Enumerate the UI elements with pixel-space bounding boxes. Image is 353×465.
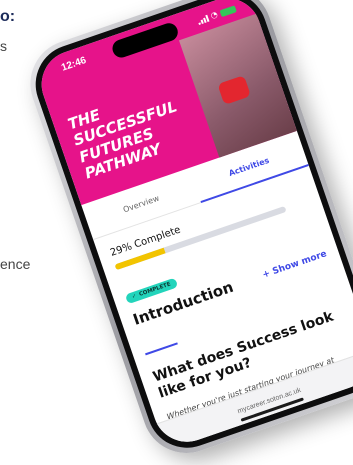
status-time: 12:46 (59, 55, 88, 74)
wifi-icon: ◔ (209, 9, 219, 21)
check-icon: ✓ (131, 293, 138, 301)
section-divider (145, 342, 178, 356)
phone-frame: 12:46 ◔ THE SUCCESSFUL FUTURES PATHWAY O… (18, 0, 353, 465)
section-title: Introduction (130, 277, 236, 329)
battery-icon (219, 4, 237, 17)
plus-icon: + (261, 268, 272, 281)
phone-mockup: 12:46 ◔ THE SUCCESSFUL FUTURES PATHWAY O… (0, 0, 353, 465)
status-icons: ◔ (196, 4, 237, 25)
show-more-button[interactable]: + Show more (261, 249, 328, 280)
badge-label: COMPLETE (138, 281, 172, 298)
signal-icon (197, 14, 210, 25)
show-more-label: Show more (271, 249, 329, 278)
handbag-image (217, 75, 251, 106)
